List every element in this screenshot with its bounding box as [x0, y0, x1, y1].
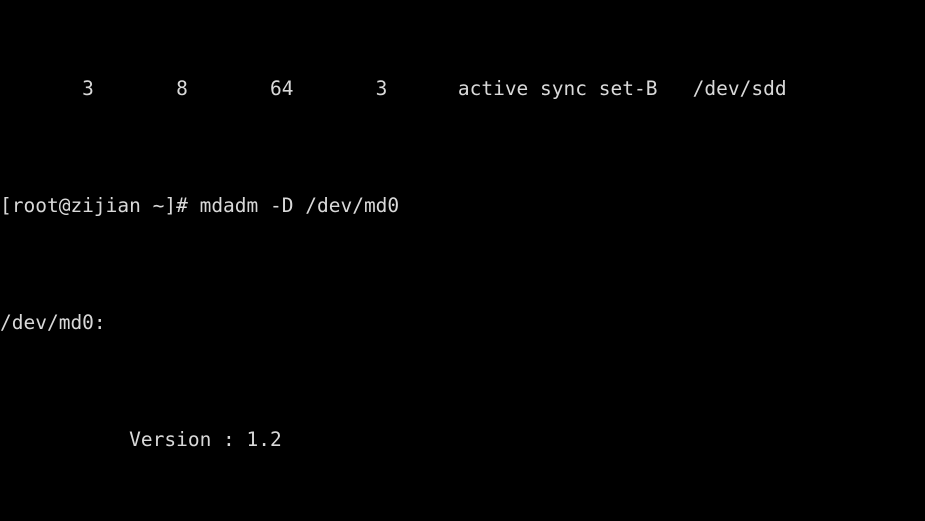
- terminal-window[interactable]: 3 8 64 3 active sync set-B /dev/sdd [roo…: [0, 0, 925, 521]
- output-version: Version : 1.2: [0, 428, 282, 452]
- terminal-screen[interactable]: 3 8 64 3 active sync set-B /dev/sdd [roo…: [0, 0, 925, 521]
- prompt-command-line[interactable]: [root@zijian ~]# mdadm -D /dev/md0: [0, 191, 925, 220]
- output-device-header: /dev/md0:: [0, 311, 106, 335]
- scrollback-device-row: 3 8 64 3 active sync set-B /dev/sdd: [0, 76, 787, 100]
